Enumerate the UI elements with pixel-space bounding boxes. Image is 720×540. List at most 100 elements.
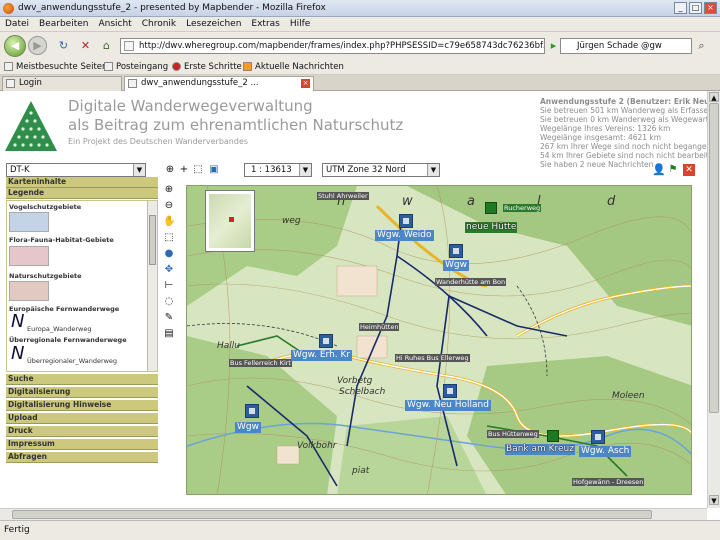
zoom-out-icon[interactable]: ⊖ [163,200,175,212]
minimize-button[interactable]: _ [674,2,687,14]
zoom-in-icon[interactable]: ⊕ [163,184,175,196]
print-icon[interactable]: ▤ [163,328,175,340]
waypoint-marker[interactable] [399,214,413,228]
accordion-digitalisierung-hinweise[interactable]: Digitalisierung Hinweise [6,400,158,411]
user-icon[interactable]: 👤 [652,164,666,176]
navigation-arrows-icon[interactable]: ✥ [163,264,175,276]
waypoint-marker[interactable] [245,404,259,418]
accordion-upload[interactable]: Upload [6,413,158,424]
pan-crosshair-icon[interactable]: + [178,164,190,176]
map-place-label: Moleen [612,391,645,401]
bookmark-aktuelle-nachrichten[interactable]: Aktuelle Nachrichten [243,61,344,73]
legend-scrollbar[interactable] [147,201,157,371]
info-line: Sie betreuen 0 km Wanderweg als Wegewart [540,115,707,124]
tab-bar: Login dwv_anwendungsstufe_2 ... × [0,75,720,91]
logout-icon[interactable]: ✕ [683,164,695,176]
hut-marker[interactable] [485,202,497,214]
page-horizontal-scroll-thumb[interactable] [12,510,652,519]
legend-swatch-naturschutz [9,281,49,301]
save-icon[interactable]: ▣ [208,164,220,176]
bookmark-meistbesuchte[interactable]: Meistbesuchte Seiten [4,61,107,73]
map-route-label: Bus Hüttenweg [487,430,539,438]
legend-label: Flora-Fauna-Habitat-Gebiete [9,236,114,244]
select-rectangle-icon[interactable]: ⬚ [192,164,204,176]
waypoint-label: Wgw. Asch [579,446,632,457]
waypoint-marker[interactable] [443,384,457,398]
navigation-toolbar: ◀ ▶ ↻ ✕ ⌂ http://dwv.wheregroup.com/mapb… [0,32,720,59]
menu-chronik[interactable]: Chronik [142,17,176,32]
accordion-druck[interactable]: Druck [6,426,158,437]
waypoint-label: Wgw [235,422,261,433]
page-vertical-scroll-thumb[interactable] [709,103,719,413]
search-input[interactable]: Jürgen Schade @gw [560,38,692,54]
app-title-line2: als Beitrag zum ehrenamtlichen Naturschu… [68,116,404,134]
measure-icon[interactable]: ⊢ [163,280,175,292]
globe-icon[interactable]: ● [163,248,175,260]
accordion-suche[interactable]: Suche [6,374,158,385]
menu-lesezeichen[interactable]: Lesezeichen [186,17,241,32]
tab-dwv[interactable]: dwv_anwendungsstufe_2 ... × [124,76,314,91]
map-toolbar: ⊕ + ⬚ ▣ 1 : 13613 ▼ UTM Zone 32 Nord ▼ 👤… [162,163,707,181]
stop-icon[interactable]: ✕ [78,38,93,53]
chevron-down-icon[interactable]: ▼ [133,164,145,176]
page-content: Digitale Wanderwegeverwaltung als Beitra… [0,91,707,508]
map-place-label: weg [282,216,301,226]
menu-datei[interactable]: Datei [5,17,29,32]
menu-bearbeiten[interactable]: Bearbeiten [39,17,88,32]
menu-ansicht[interactable]: Ansicht [98,17,131,32]
edit-pen-icon[interactable]: ✎ [163,312,175,324]
bookmark-posteingang[interactable]: Posteingang [104,61,168,73]
map-place-label: Volkbohr [297,441,337,451]
menu-hilfe[interactable]: Hilfe [290,17,310,32]
go-arrow-icon[interactable]: ▸ [546,38,561,53]
info-icon[interactable]: ◌ [163,296,175,308]
chevron-down-icon[interactable]: ▼ [427,164,439,176]
tab-login[interactable]: Login [2,76,122,91]
menu-extras[interactable]: Extras [251,17,279,32]
url-input[interactable]: http://dwv.wheregroup.com/mapbender/fram… [120,38,545,54]
hand-pan-icon[interactable]: ✋ [163,216,175,228]
waypoint-marker[interactable] [449,244,463,258]
waypoint-label: Wgw. Weido [375,230,434,241]
map-select[interactable]: DT-K ▼ [6,163,146,177]
overview-map[interactable] [205,190,255,252]
page-vertical-scrollbar[interactable]: ▲ ▼ [707,91,720,508]
tab-close-icon[interactable]: × [301,79,310,88]
bookmark-icon [4,62,13,71]
forward-arrow-icon[interactable]: ▶ [28,36,47,55]
legend-scroll-thumb[interactable] [149,215,156,265]
scroll-up-icon[interactable]: ▲ [709,92,719,102]
map-route-label: Heimhütten [359,323,400,331]
page-horizontal-scrollbar[interactable] [0,508,707,520]
overview-map-image [209,194,251,248]
accordion-abfragen[interactable]: Abfragen [6,452,158,463]
map-hut-label: Rucherweg [503,204,542,212]
bookmark-erste-schritte[interactable]: Erste Schritte [172,61,242,73]
scale-select[interactable]: 1 : 13613 ▼ [244,163,312,177]
accordion-legende[interactable]: Legende [6,188,158,199]
waypoint-label: Wgw. Erh. Kr [291,350,353,361]
projection-select[interactable]: UTM Zone 32 Nord ▼ [322,163,440,177]
home-icon[interactable]: ⌂ [99,38,114,53]
route-line-icon: N [11,343,25,364]
accordion-impressum[interactable]: Impressum [6,439,158,450]
accordion-digitalisierung[interactable]: Digitalisierung [6,387,158,398]
signpost-icon[interactable]: ⚑ [667,164,679,176]
chevron-down-icon[interactable]: ▼ [299,164,311,176]
hut-marker[interactable] [547,430,559,442]
zoom-box-icon[interactable]: ⬚ [163,232,175,244]
close-window-button[interactable]: × [704,2,717,14]
search-icon[interactable]: ⌕ [694,38,709,53]
reload-icon[interactable]: ↻ [56,38,71,53]
scroll-down-icon[interactable]: ▼ [709,495,719,505]
maximize-button[interactable]: □ [689,2,702,14]
waypoint-marker[interactable] [591,430,605,444]
dwv-logo [5,101,57,151]
info-line: 54 km Ihrer Gebiete sind noch nicht bear… [540,151,707,160]
back-arrow-icon[interactable]: ◀ [4,35,26,57]
map-view[interactable]: Vorbetg Schelbach piat Volkbohr Hallu Mo… [186,185,692,495]
waypoint-marker[interactable] [319,334,333,348]
app-title-line1: Digitale Wanderwegeverwaltung [68,97,313,115]
zoom-in-icon[interactable]: ⊕ [164,164,176,176]
accordion-karteninhalte[interactable]: Karteninhalte [6,177,158,188]
